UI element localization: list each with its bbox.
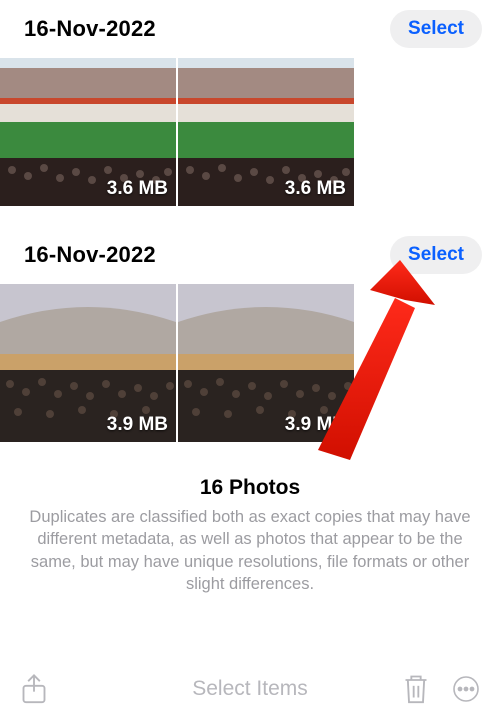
photo-thumbnail[interactable]: 3.9 MB xyxy=(178,284,354,442)
photo-size: 3.6 MB xyxy=(107,178,168,200)
group-date: 16-Nov-2022 xyxy=(24,242,156,268)
photo-thumbnail[interactable]: 3.9 MB xyxy=(0,284,176,442)
share-icon[interactable] xyxy=(20,675,48,703)
photo-size: 3.9 MB xyxy=(285,414,346,436)
photo-size: 3.9 MB xyxy=(107,414,168,436)
photo-thumbnail[interactable]: 3.6 MB xyxy=(178,58,354,206)
more-icon[interactable] xyxy=(452,675,480,703)
group-date: 16-Nov-2022 xyxy=(24,16,156,42)
photo-size: 3.6 MB xyxy=(285,178,346,200)
summary-title: 16 Photos xyxy=(18,476,482,500)
photo-thumbnail[interactable]: 3.6 MB xyxy=(0,58,176,206)
trash-icon[interactable] xyxy=(402,675,430,703)
select-button[interactable]: Select xyxy=(390,236,482,274)
select-button[interactable]: Select xyxy=(390,10,482,48)
summary-description: Duplicates are classified both as exact … xyxy=(18,506,482,595)
toolbar: Select Items xyxy=(0,661,500,727)
